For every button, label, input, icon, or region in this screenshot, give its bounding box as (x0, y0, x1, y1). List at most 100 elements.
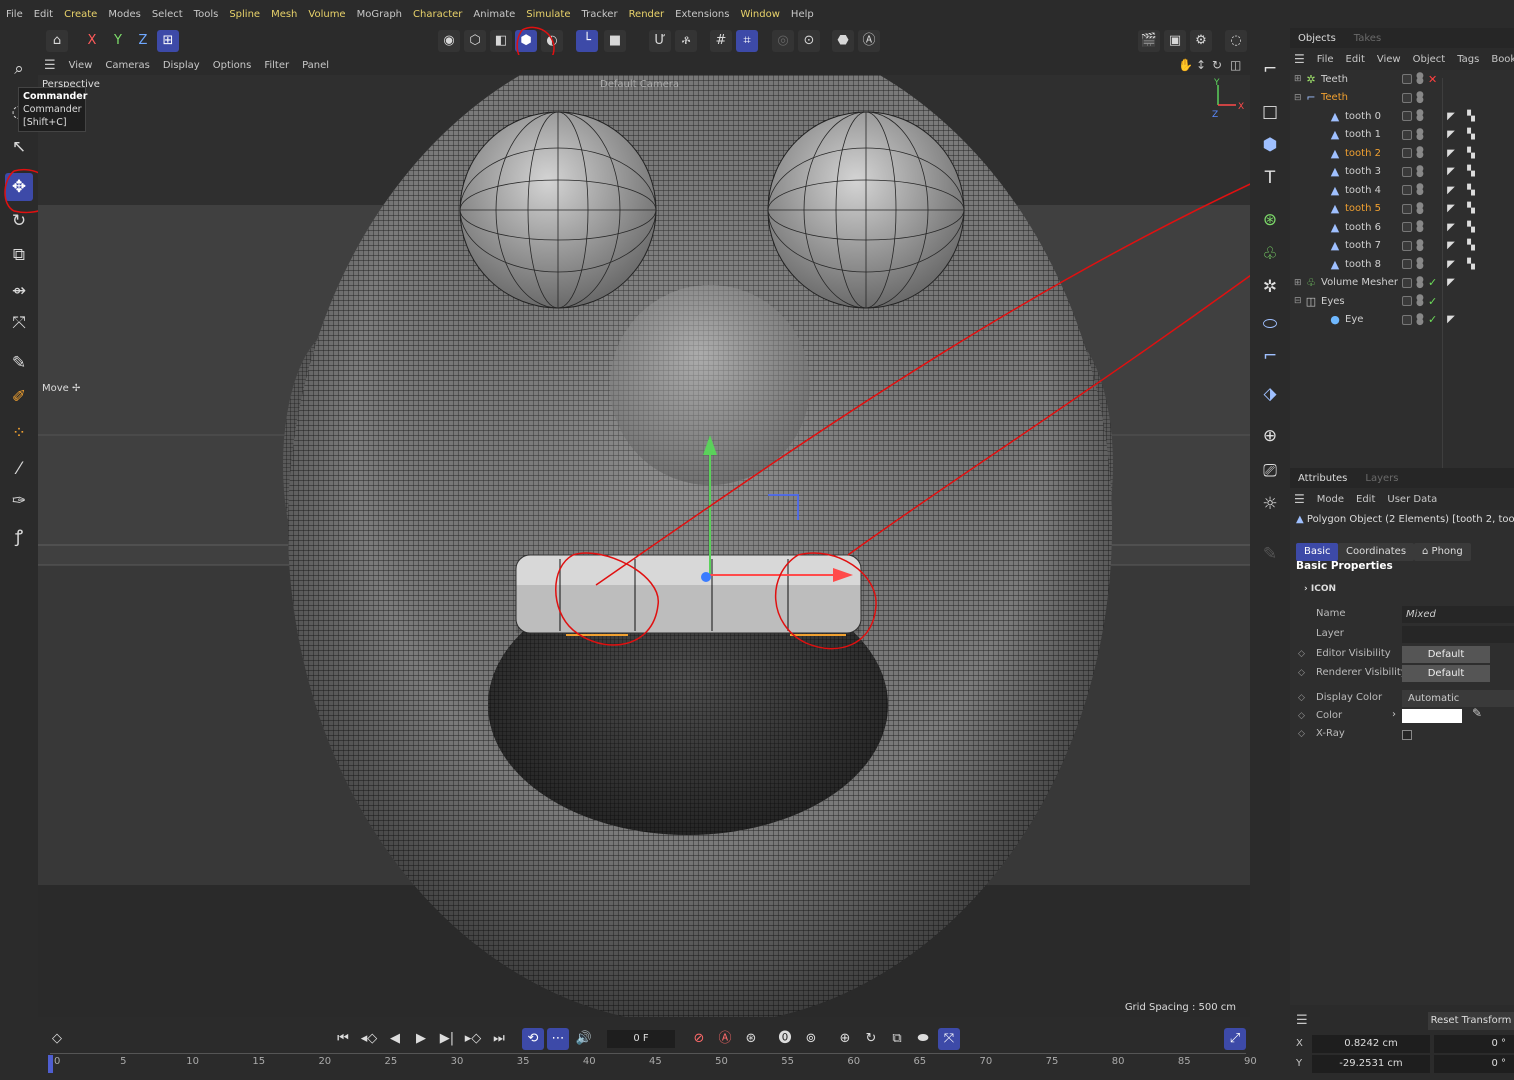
layer-toggle[interactable] (1402, 111, 1412, 122)
menu-mesh[interactable]: Mesh (271, 9, 297, 20)
menu-window[interactable]: Window (740, 9, 779, 20)
layer-toggle[interactable] (1402, 129, 1412, 140)
layer-toggle[interactable] (1402, 314, 1412, 325)
reset-transform-button[interactable]: Reset Transform (1428, 1012, 1514, 1030)
environment-icon[interactable]: ⊕ (1257, 423, 1283, 449)
x-rotation-field[interactable]: 0 ° (1434, 1035, 1514, 1053)
dolly-icon[interactable]: ↕ (1196, 58, 1206, 72)
viewport-menu-filter[interactable]: Filter (264, 60, 289, 71)
layer-toggle[interactable] (1402, 240, 1412, 251)
menu-file[interactable]: File (6, 9, 23, 20)
cube-primitive-icon[interactable]: ⬢ (1257, 132, 1283, 158)
object-row[interactable]: ⊞ ✲ Teeth ● ● ✕ (1290, 70, 1514, 89)
hamburger-icon[interactable]: ☰ (1294, 52, 1305, 66)
timeline-graph-icon[interactable]: ⤢ (1224, 1028, 1246, 1050)
visibility-dots-icon[interactable]: ● ● (1416, 257, 1424, 271)
hamburger-icon[interactable]: ☰ (44, 58, 56, 73)
menu-simulate[interactable]: Simulate (526, 9, 570, 20)
hamburger-icon[interactable]: ☰ (1296, 1013, 1308, 1028)
layer-toggle[interactable] (1402, 296, 1412, 307)
tab-takes[interactable]: Takes (1354, 33, 1381, 44)
object-row[interactable]: ⊟ ◫ Eyes ● ● ✓ (1290, 292, 1514, 311)
x-axis-lock-button[interactable]: X (81, 30, 103, 52)
key-rotation-icon[interactable]: ⊚ (800, 1028, 822, 1050)
render-region-icon[interactable]: ◎ (772, 30, 794, 52)
menu-tools[interactable]: Tools (194, 9, 219, 20)
keyframe-icon[interactable]: ◇ (46, 1028, 68, 1050)
sculpt-icon[interactable]: ⁘ (5, 419, 33, 447)
pan-icon[interactable]: ✋ (1178, 58, 1193, 72)
keyframe-diamond-icon[interactable]: ◇ (1298, 729, 1305, 739)
viewport-menu-panel[interactable]: Panel (302, 60, 329, 71)
viewport-menu-view[interactable]: View (69, 60, 93, 71)
keyframe-diamond-icon[interactable]: ◇ (1298, 649, 1305, 659)
object-row[interactable]: ▲ tooth 4 ● ● ◤ ▚ (1290, 181, 1514, 200)
object-row[interactable]: ⊞ ♧ Volume Mesher ● ● ✓ ◤ (1290, 274, 1514, 293)
layer-toggle[interactable] (1402, 148, 1412, 159)
camera-object-icon[interactable]: ⎚ (1257, 458, 1283, 484)
deformer-icon[interactable]: ✲ (1257, 274, 1283, 300)
playhead[interactable] (48, 1055, 53, 1073)
expand-toggle-icon[interactable]: ⊟ (1294, 93, 1304, 103)
uvw-tag-icon[interactable]: ▚ (1465, 240, 1477, 251)
scale-tool-icon[interactable]: ⧉ (5, 241, 33, 269)
grid-icon[interactable]: # (710, 30, 732, 52)
layer-field[interactable] (1402, 626, 1514, 643)
object-row[interactable]: ▲ tooth 5 ● ● ◤ ▚ (1290, 200, 1514, 219)
phong-tag-icon[interactable]: ◤ (1445, 129, 1457, 140)
object-row[interactable]: ● Eye ● ● ✓ ◤ (1290, 311, 1514, 330)
magnet-icon[interactable]: ቶ (675, 30, 697, 52)
enabled-check-icon[interactable]: ✓ (1428, 276, 1437, 289)
menu-select[interactable]: Select (152, 9, 183, 20)
object-row[interactable]: ▲ tooth 3 ● ● ◤ ▚ (1290, 163, 1514, 182)
color-expand-icon[interactable]: › (1392, 709, 1396, 720)
viewport-menu-cameras[interactable]: Cameras (105, 60, 149, 71)
attr-menu-user-data[interactable]: User Data (1387, 494, 1437, 505)
uvw-tag-icon[interactable]: ▚ (1465, 185, 1477, 196)
visibility-dots-icon[interactable]: ● ● (1416, 312, 1424, 326)
phong-tag-icon[interactable]: ◤ (1445, 259, 1457, 270)
layer-toggle[interactable] (1402, 74, 1412, 85)
uvw-tag-icon[interactable]: ▚ (1465, 148, 1477, 159)
phong-tag-icon[interactable]: ◤ (1445, 222, 1457, 233)
object-row[interactable]: ▲ tooth 6 ● ● ◤ ▚ (1290, 218, 1514, 237)
phong-tag-icon[interactable]: ◤ (1445, 166, 1457, 177)
objects-menu-bookmarks[interactable]: Bookm (1491, 54, 1514, 65)
key-pla-icon[interactable]: ⤧ (938, 1028, 960, 1050)
layer-toggle[interactable] (1402, 203, 1412, 214)
key-param-icon[interactable]: ⬬ (912, 1028, 934, 1050)
current-frame-field[interactable]: 0 F (607, 1030, 675, 1048)
viewport-3d[interactable]: Y X Z Perspective Default Camera Move ✢ … (38, 75, 1250, 1017)
render-view-icon[interactable]: ⊙ (798, 30, 820, 52)
name-field[interactable]: Mixed (1402, 606, 1514, 623)
layer-toggle[interactable] (1402, 259, 1412, 270)
xray-checkbox[interactable] (1402, 730, 1412, 740)
go-to-start-icon[interactable]: ⏮ (332, 1028, 354, 1050)
key-position-icon[interactable]: ⓿ (774, 1028, 796, 1050)
text-object-icon[interactable]: T (1257, 165, 1283, 191)
uvw-tag-icon[interactable]: ▚ (1465, 129, 1477, 140)
phong-tag-icon[interactable]: ◤ (1445, 148, 1457, 159)
search-icon[interactable]: ⌕ (5, 55, 33, 83)
menu-spline[interactable]: Spline (229, 9, 260, 20)
object-row[interactable]: ▲ tooth 7 ● ● ◤ ▚ (1290, 237, 1514, 256)
menu-character[interactable]: Character (413, 9, 462, 20)
visibility-dots-icon[interactable]: ● ● (1416, 183, 1424, 197)
icon-group-toggle[interactable]: › ICON (1304, 584, 1336, 594)
visibility-dots-icon[interactable]: ● ● (1416, 294, 1424, 308)
keyframe-diamond-icon[interactable]: ◇ (1298, 693, 1305, 703)
light-object-icon[interactable]: ☼ (1257, 491, 1283, 517)
viewport-menu-display[interactable]: Display (163, 60, 200, 71)
visibility-dots-icon[interactable]: ● ● (1416, 109, 1424, 123)
shading-icon[interactable]: ⬣ (832, 30, 854, 52)
visibility-dots-icon[interactable]: ● ● (1416, 72, 1424, 86)
x-position-field[interactable]: 0.8242 cm (1312, 1035, 1430, 1053)
visibility-dots-icon[interactable]: ● ● (1416, 220, 1424, 234)
object-row[interactable]: ▲ tooth 1 ● ● ◤ ▚ (1290, 126, 1514, 145)
object-row[interactable]: ▲ tooth 0 ● ● ◤ ▚ (1290, 107, 1514, 126)
next-frame-icon[interactable]: ▶| (436, 1028, 458, 1050)
y-axis-lock-button[interactable]: Y (107, 30, 129, 52)
brush-icon[interactable]: ⁄ (5, 455, 33, 483)
visibility-dots-icon[interactable]: ● ● (1416, 275, 1424, 289)
phong-tag-icon[interactable]: ◤ (1445, 277, 1457, 288)
